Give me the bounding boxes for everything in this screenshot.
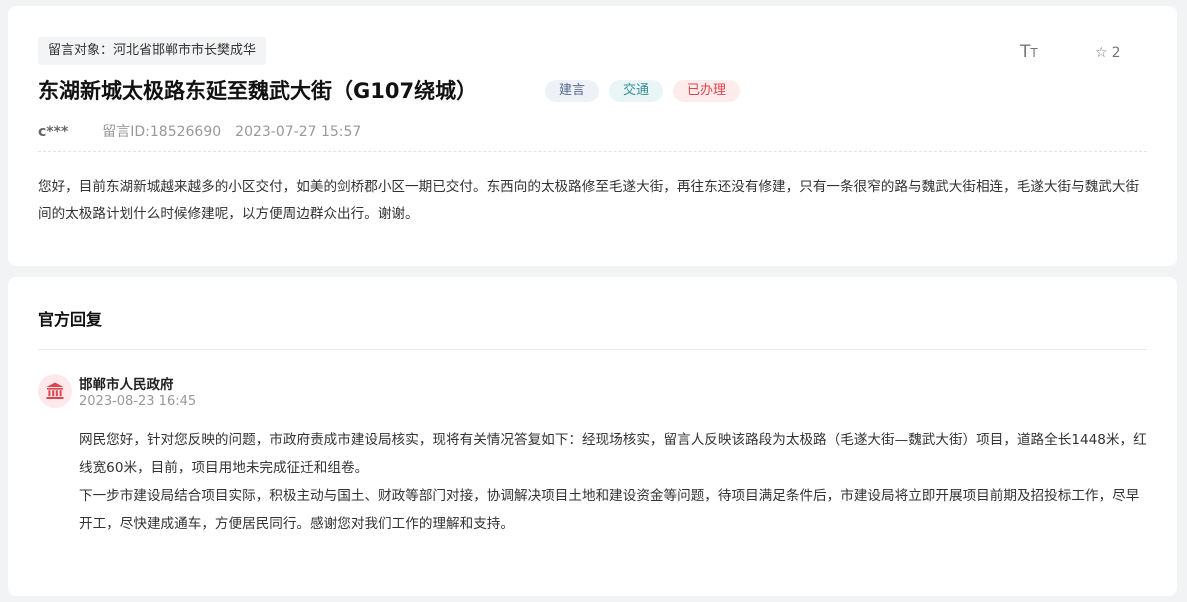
reply-paragraph: 网民您好，针对您反映的问题，市政府责成市建设局核实，现将有关情况答复如下：经现场…	[79, 432, 1147, 476]
divider	[38, 349, 1147, 350]
message-meta: c*** 留言ID:18526690 2023-07-27 15:57	[38, 122, 361, 142]
font-size-toggle-icon[interactable]: TT	[1020, 42, 1046, 62]
reply-timestamp: 2023-08-23 16:45	[79, 394, 197, 409]
reply-org-name: 邯郸市人民政府	[79, 377, 174, 393]
target-label: 留言对象：	[48, 43, 114, 58]
message-author: c***	[38, 124, 69, 140]
badge-status-done: 已办理	[673, 80, 741, 102]
message-target-tag: 留言对象：河北省邯郸市市长樊成华	[38, 37, 267, 65]
message-id: 留言ID:18526690	[102, 124, 222, 140]
reply-body: 网民您好，针对您反映的问题，市政府责成市建设局核实，现将有关情况答复如下：经现场…	[79, 426, 1149, 538]
target-value: 河北省邯郸市市长樊成华	[113, 43, 257, 58]
divider	[38, 151, 1147, 152]
badge-suggestion: 建言	[545, 80, 600, 102]
favorite-count: 2	[1111, 45, 1121, 61]
message-title: 东湖新城太极路东延至魏武大街（G107绕城）	[38, 79, 478, 103]
star-icon: ☆	[1095, 45, 1108, 61]
badge-traffic: 交通	[609, 80, 664, 102]
message-timestamp: 2023-07-27 15:57	[235, 124, 362, 140]
reply-section-title: 官方回复	[38, 310, 103, 329]
government-building-icon	[38, 374, 72, 408]
message-content: 您好，目前东湖新城越来越多的小区交付，如美的剑桥郡小区一期已交付。东西向的太极路…	[38, 179, 1140, 222]
favorite-button[interactable]: ☆ 2	[1095, 43, 1120, 63]
reply-paragraph: 下一步市建设局结合项目实际，积极主动与国土、财政等部门对接，协调解决项目土地和建…	[79, 488, 1140, 532]
official-reply-card: 官方回复 邯郸市人民政府 2023-08-23 16:45 网民您好，针对您反映…	[8, 277, 1177, 596]
message-badges: 建言 交通 已办理	[545, 80, 741, 102]
message-card: 留言对象：河北省邯郸市市长樊成华 东湖新城太极路东延至魏武大街（G107绕城） …	[8, 6, 1177, 266]
